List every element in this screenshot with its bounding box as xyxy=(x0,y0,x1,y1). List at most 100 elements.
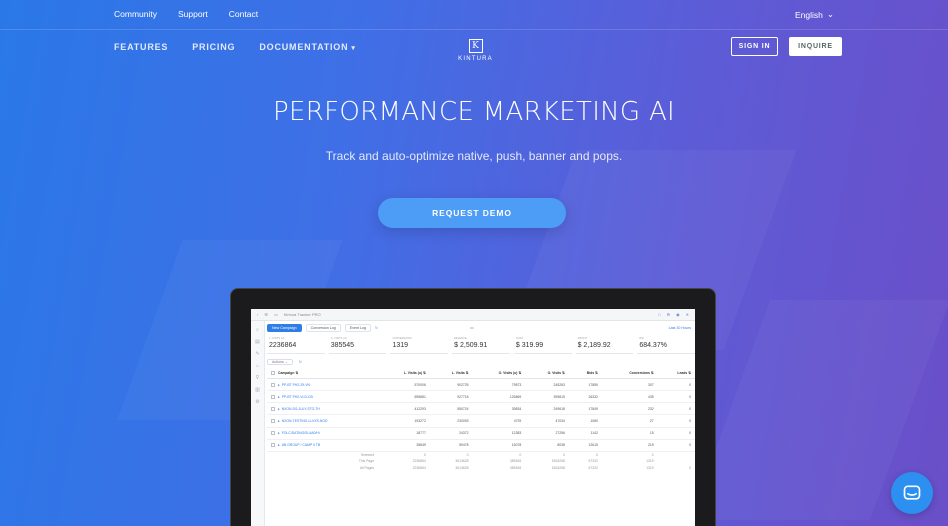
table-cell: 0 xyxy=(657,390,695,404)
contact-link[interactable]: Contact xyxy=(229,9,258,19)
table-cell: 15078 xyxy=(472,439,526,452)
request-demo-button[interactable]: REQUEST DEMO xyxy=(378,198,566,228)
kpi-card: Profit $ 2,189.92 xyxy=(575,336,634,354)
kpi-card: Cost $ 319.99 xyxy=(513,336,572,354)
campaign-name: FOLC/DATING/SL4A0/Hi xyxy=(281,431,320,436)
kpi-card: O. Visits (u) 385545 xyxy=(328,336,387,354)
kpi-label: Conversions xyxy=(392,337,412,340)
kpi-value: $ 2,189.92 xyxy=(577,342,611,349)
tab-conversion-log: Conversion Log xyxy=(305,323,341,332)
table-cell: 15 xyxy=(601,427,658,440)
language-label: English xyxy=(794,9,823,20)
close-icon: ✕ xyxy=(685,312,689,317)
table-cell: 435 xyxy=(601,390,658,404)
campaign-cell: ▸ PP-BT PH2-VLD-CB xyxy=(267,390,379,404)
actions-label: Actions xyxy=(272,360,284,364)
checkbox xyxy=(271,394,275,399)
app-titlebar: ‹ ☰ ▭ Kintura Tracker PRO □ ⚙ ◉ ✕ xyxy=(251,309,695,321)
table-row: ▸ PP-BT PH2-29-VN 570006 902725 79873 245283 1… xyxy=(267,378,695,392)
table-row: ▸ AB GROUP / CAMP 0 TB 35849 59478 15078 8038… xyxy=(267,439,695,452)
table-cell: 26332 xyxy=(568,390,602,404)
tab-event-log: Event Log xyxy=(344,323,371,332)
refresh-icon: ↻ xyxy=(298,360,302,364)
tag-icon: ⌂ xyxy=(255,363,260,369)
summary-cell: 0 xyxy=(596,452,598,457)
summary-label: Selected xyxy=(360,452,375,457)
table-cell: 193272 xyxy=(378,414,430,428)
table-cell: 12383 xyxy=(472,427,526,440)
table-cell: 1080 xyxy=(568,414,602,428)
table-cell: 570006 xyxy=(378,378,430,392)
kpi-label: ROI xyxy=(639,337,644,340)
back-icon: ‹ xyxy=(257,312,259,317)
kpi-label: L. Visits (u) xyxy=(269,337,285,340)
summary-row: Selected 0 0 0 0 0 0 xyxy=(267,451,695,458)
refresh-icon: ↻ xyxy=(374,325,378,330)
table-cell: 24372 xyxy=(429,427,473,440)
user-icon: ◉ xyxy=(676,312,680,317)
campaign-name: NXON-DS-JULY-STO-TH xyxy=(281,406,320,411)
nav-documentation[interactable]: DOCUMENTATION ▾ xyxy=(259,42,355,52)
window-controls: □ ⚙ ◉ ✕ xyxy=(658,312,689,317)
column-header: Leads ⇅ xyxy=(657,368,695,380)
kpi-value: $ 2,509.91 xyxy=(454,342,488,349)
column-header: O. Visits ⇅ xyxy=(525,368,569,380)
kpi-label: Profit xyxy=(577,337,588,340)
table-row: ▸ FOLC/DATING/SL4A0/Hi 18777 24372 12383 2725… xyxy=(267,427,695,440)
support-link[interactable]: Support xyxy=(178,9,208,19)
column-header: Campaign ⇅ xyxy=(267,368,379,380)
main-nav: FEATURES PRICING DOCUMENTATION ▾ K KINTUR… xyxy=(0,30,948,68)
more-icon: ••• xyxy=(469,325,474,330)
summary-row: All Pages 2236864 3613628 385545 1563268 6733… xyxy=(267,465,695,471)
summary-cell: 1563268 xyxy=(551,465,565,470)
chat-launcher-button[interactable] xyxy=(891,472,933,514)
kpi-value: 385545 xyxy=(330,342,355,349)
column-header: O. Visits (u) ⇅ xyxy=(472,368,526,380)
expand-icon: ▸ xyxy=(278,394,280,399)
expand-icon: ▸ xyxy=(278,418,280,423)
filter-icon: ⊽ xyxy=(255,375,260,381)
table-row: ▸ NXON-TESTING-LLVXS-NOD 193272 230093 4729 4… xyxy=(267,414,695,428)
nav-pricing[interactable]: PRICING xyxy=(192,42,235,52)
table-cell: 395815 xyxy=(525,390,569,404)
table-cell: 307 xyxy=(601,378,658,392)
checkbox xyxy=(271,443,275,448)
table-cell: 4729 xyxy=(472,414,526,428)
nav-features[interactable]: FEATURES xyxy=(114,42,168,52)
app-sidebar: ⌕ ▤ ✎ ⌂ ⊽ ▥ ⚙ xyxy=(251,321,265,526)
app-window-title: Kintura Tracker PRO xyxy=(283,312,321,317)
column-header: Bids ⇅ xyxy=(568,368,602,380)
nav-documentation-label: DOCUMENTATION xyxy=(259,42,349,52)
table-cell: 0 xyxy=(657,378,695,392)
table-cell: 47034 xyxy=(525,414,569,428)
campaign-cell: ▸ AB GROUP / CAMP 0 TB xyxy=(267,439,379,452)
campaign-cell: ▸ FOLC/DATING/SL4A0/Hi xyxy=(267,427,379,440)
top-links: Community Support Contact xyxy=(114,9,258,19)
summary-cell: 0 xyxy=(689,465,691,470)
table-cell: 79873 xyxy=(472,378,526,392)
chevron-down-icon: ⌄ xyxy=(826,9,834,19)
chart-icon: ▥ xyxy=(255,387,260,393)
hero-subtitle: Track and auto-optimize native, push, ba… xyxy=(325,149,623,163)
inquire-button[interactable]: INQUIRE xyxy=(789,37,842,56)
top-utility-bar: Community Support Contact English ⌄ xyxy=(0,0,948,30)
kintura-logo[interactable]: K KINTURA xyxy=(453,35,498,62)
date-range: Last 30 Hours xyxy=(668,325,691,330)
expand-icon: ▸ xyxy=(278,443,280,448)
sign-in-button[interactable]: SIGN IN xyxy=(731,37,778,56)
kpi-value: 2236864 xyxy=(269,342,297,349)
community-link[interactable]: Community xyxy=(114,9,157,19)
kpi-value: $ 319.99 xyxy=(515,342,544,349)
table-row: ▸ NXON-DS-JULY-STO-TH 412293 550724 39834 249… xyxy=(267,402,695,416)
column-header: L. Visits ⇅ xyxy=(429,368,473,380)
app-main: New Campaign Conversion Log Event Log ↻ … xyxy=(267,323,695,526)
kpi-value: 1319 xyxy=(392,342,409,349)
campaign-cell: ▸ NXON-DS-JULY-STO-TH xyxy=(267,402,379,416)
laptop-mockup: ‹ ☰ ▭ Kintura Tracker PRO □ ⚙ ◉ ✕ ⌕ ▤ ✎ … xyxy=(230,288,716,526)
table-row: ▸ PP-BT PH2-VLD-CB 695881 927718 125869 39581… xyxy=(267,390,695,404)
kpi-card: Conversions 1319 xyxy=(390,336,449,354)
checkbox xyxy=(271,431,275,436)
menu-icon: ☰ xyxy=(264,312,268,317)
search-icon: ⌕ xyxy=(256,327,259,333)
language-selector[interactable]: English ⌄ xyxy=(795,9,834,20)
